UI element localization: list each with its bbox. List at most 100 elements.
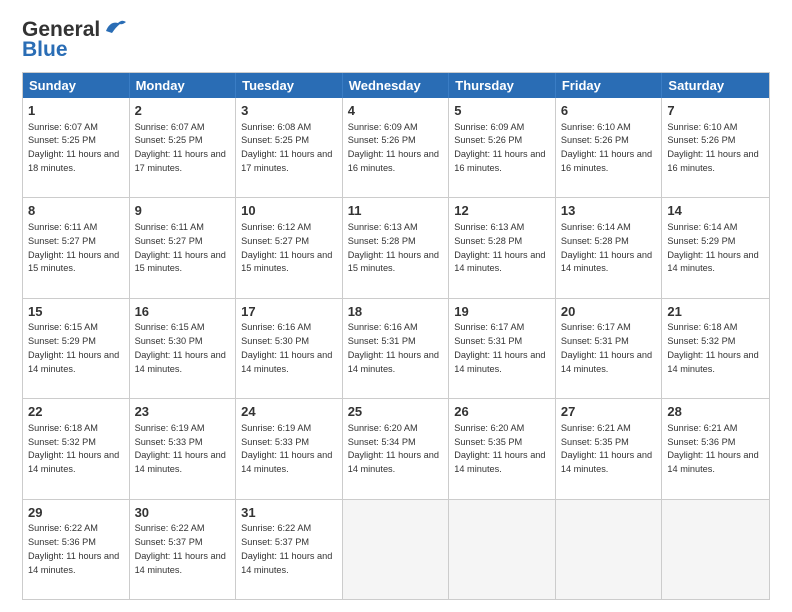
calendar-cell-empty <box>556 500 663 599</box>
day-number: 24 <box>241 403 337 421</box>
day-number: 2 <box>135 102 231 120</box>
day-info: Sunrise: 6:10 AMSunset: 5:26 PMDaylight:… <box>667 122 758 173</box>
header-thursday: Thursday <box>449 73 556 98</box>
day-info: Sunrise: 6:15 AMSunset: 5:30 PMDaylight:… <box>135 322 226 373</box>
calendar-cell-day-30: 30 Sunrise: 6:22 AMSunset: 5:37 PMDaylig… <box>130 500 237 599</box>
calendar-cell-day-13: 13 Sunrise: 6:14 AMSunset: 5:28 PMDaylig… <box>556 198 663 297</box>
day-number: 13 <box>561 202 657 220</box>
calendar-cell-day-29: 29 Sunrise: 6:22 AMSunset: 5:36 PMDaylig… <box>23 500 130 599</box>
day-number: 20 <box>561 303 657 321</box>
calendar-cell-day-18: 18 Sunrise: 6:16 AMSunset: 5:31 PMDaylig… <box>343 299 450 398</box>
day-info: Sunrise: 6:10 AMSunset: 5:26 PMDaylight:… <box>561 122 652 173</box>
day-number: 28 <box>667 403 764 421</box>
day-info: Sunrise: 6:22 AMSunset: 5:37 PMDaylight:… <box>241 523 332 574</box>
day-info: Sunrise: 6:07 AMSunset: 5:25 PMDaylight:… <box>28 122 119 173</box>
day-info: Sunrise: 6:20 AMSunset: 5:35 PMDaylight:… <box>454 423 545 474</box>
calendar-cell-day-26: 26 Sunrise: 6:20 AMSunset: 5:35 PMDaylig… <box>449 399 556 498</box>
day-info: Sunrise: 6:13 AMSunset: 5:28 PMDaylight:… <box>454 222 545 273</box>
day-number: 22 <box>28 403 124 421</box>
calendar-cell-day-12: 12 Sunrise: 6:13 AMSunset: 5:28 PMDaylig… <box>449 198 556 297</box>
calendar-cell-day-19: 19 Sunrise: 6:17 AMSunset: 5:31 PMDaylig… <box>449 299 556 398</box>
calendar-cell-empty <box>662 500 769 599</box>
day-info: Sunrise: 6:19 AMSunset: 5:33 PMDaylight:… <box>241 423 332 474</box>
day-number: 29 <box>28 504 124 522</box>
day-info: Sunrise: 6:14 AMSunset: 5:29 PMDaylight:… <box>667 222 758 273</box>
day-number: 30 <box>135 504 231 522</box>
calendar-cell-day-25: 25 Sunrise: 6:20 AMSunset: 5:34 PMDaylig… <box>343 399 450 498</box>
day-number: 19 <box>454 303 550 321</box>
calendar-header: Sunday Monday Tuesday Wednesday Thursday… <box>23 73 769 98</box>
logo-blue: Blue <box>22 38 68 62</box>
day-info: Sunrise: 6:09 AMSunset: 5:26 PMDaylight:… <box>454 122 545 173</box>
day-info: Sunrise: 6:12 AMSunset: 5:27 PMDaylight:… <box>241 222 332 273</box>
calendar-week-5: 29 Sunrise: 6:22 AMSunset: 5:36 PMDaylig… <box>23 499 769 599</box>
day-number: 14 <box>667 202 764 220</box>
header-sunday: Sunday <box>23 73 130 98</box>
day-info: Sunrise: 6:16 AMSunset: 5:30 PMDaylight:… <box>241 322 332 373</box>
day-number: 27 <box>561 403 657 421</box>
calendar-cell-day-10: 10 Sunrise: 6:12 AMSunset: 5:27 PMDaylig… <box>236 198 343 297</box>
calendar-cell-day-14: 14 Sunrise: 6:14 AMSunset: 5:29 PMDaylig… <box>662 198 769 297</box>
day-info: Sunrise: 6:14 AMSunset: 5:28 PMDaylight:… <box>561 222 652 273</box>
day-number: 15 <box>28 303 124 321</box>
day-number: 25 <box>348 403 444 421</box>
day-info: Sunrise: 6:17 AMSunset: 5:31 PMDaylight:… <box>561 322 652 373</box>
header-monday: Monday <box>130 73 237 98</box>
calendar-week-3: 15 Sunrise: 6:15 AMSunset: 5:29 PMDaylig… <box>23 298 769 398</box>
calendar-cell-day-1: 1 Sunrise: 6:07 AMSunset: 5:25 PMDayligh… <box>23 98 130 197</box>
calendar-cell-day-20: 20 Sunrise: 6:17 AMSunset: 5:31 PMDaylig… <box>556 299 663 398</box>
header-saturday: Saturday <box>662 73 769 98</box>
day-info: Sunrise: 6:17 AMSunset: 5:31 PMDaylight:… <box>454 322 545 373</box>
day-info: Sunrise: 6:21 AMSunset: 5:35 PMDaylight:… <box>561 423 652 474</box>
calendar-cell-day-15: 15 Sunrise: 6:15 AMSunset: 5:29 PMDaylig… <box>23 299 130 398</box>
calendar-cell-day-5: 5 Sunrise: 6:09 AMSunset: 5:26 PMDayligh… <box>449 98 556 197</box>
logo-bird-icon <box>102 17 128 39</box>
calendar-week-1: 1 Sunrise: 6:07 AMSunset: 5:25 PMDayligh… <box>23 98 769 197</box>
day-number: 5 <box>454 102 550 120</box>
day-info: Sunrise: 6:15 AMSunset: 5:29 PMDaylight:… <box>28 322 119 373</box>
calendar-cell-empty <box>343 500 450 599</box>
calendar-cell-day-7: 7 Sunrise: 6:10 AMSunset: 5:26 PMDayligh… <box>662 98 769 197</box>
day-info: Sunrise: 6:16 AMSunset: 5:31 PMDaylight:… <box>348 322 439 373</box>
header-tuesday: Tuesday <box>236 73 343 98</box>
calendar-cell-day-31: 31 Sunrise: 6:22 AMSunset: 5:37 PMDaylig… <box>236 500 343 599</box>
day-info: Sunrise: 6:11 AMSunset: 5:27 PMDaylight:… <box>28 222 119 273</box>
calendar: Sunday Monday Tuesday Wednesday Thursday… <box>22 72 770 600</box>
day-number: 4 <box>348 102 444 120</box>
calendar-cell-day-3: 3 Sunrise: 6:08 AMSunset: 5:25 PMDayligh… <box>236 98 343 197</box>
day-info: Sunrise: 6:13 AMSunset: 5:28 PMDaylight:… <box>348 222 439 273</box>
calendar-cell-day-28: 28 Sunrise: 6:21 AMSunset: 5:36 PMDaylig… <box>662 399 769 498</box>
day-number: 3 <box>241 102 337 120</box>
day-info: Sunrise: 6:18 AMSunset: 5:32 PMDaylight:… <box>667 322 758 373</box>
day-info: Sunrise: 6:11 AMSunset: 5:27 PMDaylight:… <box>135 222 226 273</box>
calendar-cell-day-8: 8 Sunrise: 6:11 AMSunset: 5:27 PMDayligh… <box>23 198 130 297</box>
day-number: 21 <box>667 303 764 321</box>
day-number: 11 <box>348 202 444 220</box>
day-info: Sunrise: 6:08 AMSunset: 5:25 PMDaylight:… <box>241 122 332 173</box>
day-number: 17 <box>241 303 337 321</box>
day-info: Sunrise: 6:22 AMSunset: 5:37 PMDaylight:… <box>135 523 226 574</box>
calendar-cell-day-21: 21 Sunrise: 6:18 AMSunset: 5:32 PMDaylig… <box>662 299 769 398</box>
calendar-cell-day-6: 6 Sunrise: 6:10 AMSunset: 5:26 PMDayligh… <box>556 98 663 197</box>
calendar-cell-day-16: 16 Sunrise: 6:15 AMSunset: 5:30 PMDaylig… <box>130 299 237 398</box>
calendar-cell-day-23: 23 Sunrise: 6:19 AMSunset: 5:33 PMDaylig… <box>130 399 237 498</box>
day-info: Sunrise: 6:22 AMSunset: 5:36 PMDaylight:… <box>28 523 119 574</box>
calendar-cell-day-9: 9 Sunrise: 6:11 AMSunset: 5:27 PMDayligh… <box>130 198 237 297</box>
calendar-week-2: 8 Sunrise: 6:11 AMSunset: 5:27 PMDayligh… <box>23 197 769 297</box>
header-friday: Friday <box>556 73 663 98</box>
calendar-cell-day-17: 17 Sunrise: 6:16 AMSunset: 5:30 PMDaylig… <box>236 299 343 398</box>
day-number: 26 <box>454 403 550 421</box>
day-number: 31 <box>241 504 337 522</box>
day-info: Sunrise: 6:07 AMSunset: 5:25 PMDaylight:… <box>135 122 226 173</box>
calendar-cell-day-11: 11 Sunrise: 6:13 AMSunset: 5:28 PMDaylig… <box>343 198 450 297</box>
day-number: 18 <box>348 303 444 321</box>
header: General Blue <box>22 18 770 62</box>
header-wednesday: Wednesday <box>343 73 450 98</box>
logo: General Blue <box>22 18 128 62</box>
day-number: 23 <box>135 403 231 421</box>
day-info: Sunrise: 6:20 AMSunset: 5:34 PMDaylight:… <box>348 423 439 474</box>
day-number: 16 <box>135 303 231 321</box>
day-number: 9 <box>135 202 231 220</box>
calendar-cell-day-27: 27 Sunrise: 6:21 AMSunset: 5:35 PMDaylig… <box>556 399 663 498</box>
day-number: 12 <box>454 202 550 220</box>
